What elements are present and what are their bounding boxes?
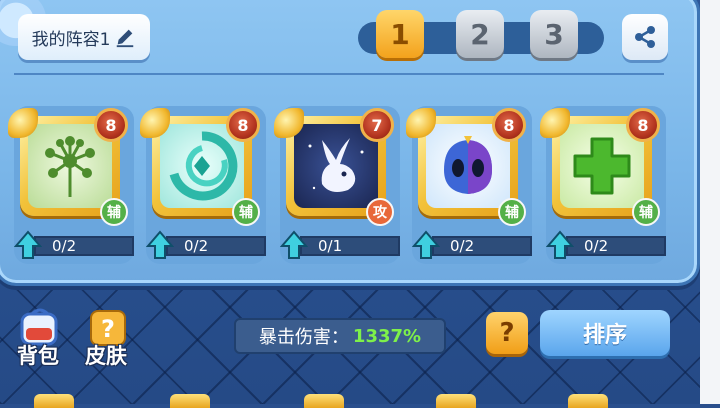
upgrade-arrow-icon	[546, 230, 574, 259]
level-badge: 7	[360, 108, 394, 142]
hero-card[interactable]: 8 辅 0/2	[406, 106, 532, 264]
role-badge: 辅	[232, 198, 260, 226]
screen-edge	[700, 0, 720, 404]
next-row-card-edge	[34, 394, 74, 408]
level-badge: 8	[626, 108, 660, 142]
upgrade-progress: 0/1	[300, 236, 400, 256]
green-cross-icon	[573, 137, 631, 195]
help-button[interactable]: ?	[486, 312, 528, 354]
role-badge: 攻	[366, 198, 394, 226]
masked-head-icon	[444, 136, 492, 194]
level-badge: 8	[94, 108, 128, 142]
team-name-label: 我的阵容1	[31, 29, 111, 50]
upgrade-progress: 0/2	[432, 236, 532, 256]
upgrade-arrow-icon	[412, 230, 440, 259]
hero-card[interactable]: 8 辅 0/2	[140, 106, 266, 264]
tab-lineup-3[interactable]: 3	[530, 10, 578, 58]
dandelion-icon	[45, 136, 95, 197]
vortex-icon	[169, 131, 238, 201]
hero-card[interactable]: 8 辅 0/2	[8, 106, 134, 264]
bag-button[interactable]: 背包	[8, 308, 68, 368]
share-icon	[635, 26, 655, 48]
pencil-icon	[117, 29, 134, 48]
crit-damage-label: 暴击伤害：	[258, 327, 349, 348]
tab-lineup-1[interactable]: 1	[376, 10, 424, 58]
hero-card[interactable]: 8 辅 0/2	[540, 106, 666, 264]
hero-card[interactable]: 7 攻 0/1	[274, 106, 400, 264]
spirit-rabbit-icon	[308, 138, 364, 192]
next-row-card-edge	[568, 394, 608, 408]
upgrade-progress: 0/2	[566, 236, 666, 256]
skin-label: 皮肤	[85, 344, 127, 368]
bag-label: 背包	[17, 344, 59, 368]
upgrade-arrow-icon	[146, 230, 174, 259]
next-row-card-edge	[304, 394, 344, 408]
next-row-card-edge	[436, 394, 476, 408]
skin-button[interactable]: ? 皮肤	[76, 308, 136, 368]
svg-text:?: ?	[101, 315, 115, 343]
crit-damage-value: 1337%	[352, 325, 422, 347]
level-badge: 8	[492, 108, 526, 142]
tab-lineup-2[interactable]: 2	[456, 10, 504, 58]
header-divider	[14, 73, 664, 75]
level-badge: 8	[226, 108, 260, 142]
role-badge: 辅	[498, 198, 526, 226]
share-button[interactable]	[622, 14, 668, 60]
role-badge: 辅	[100, 198, 128, 226]
upgrade-arrow-icon	[14, 230, 42, 259]
crit-damage-display: 暴击伤害： 1337%	[234, 318, 446, 354]
upgrade-progress: 0/2	[34, 236, 134, 256]
sort-button[interactable]: 排序	[540, 310, 670, 356]
upgrade-arrow-icon	[280, 230, 308, 259]
upgrade-progress: 0/2	[166, 236, 266, 256]
role-badge: 辅	[632, 198, 660, 226]
team-name-button[interactable]: 我的阵容1	[18, 14, 150, 60]
next-row-card-edge	[170, 394, 210, 408]
